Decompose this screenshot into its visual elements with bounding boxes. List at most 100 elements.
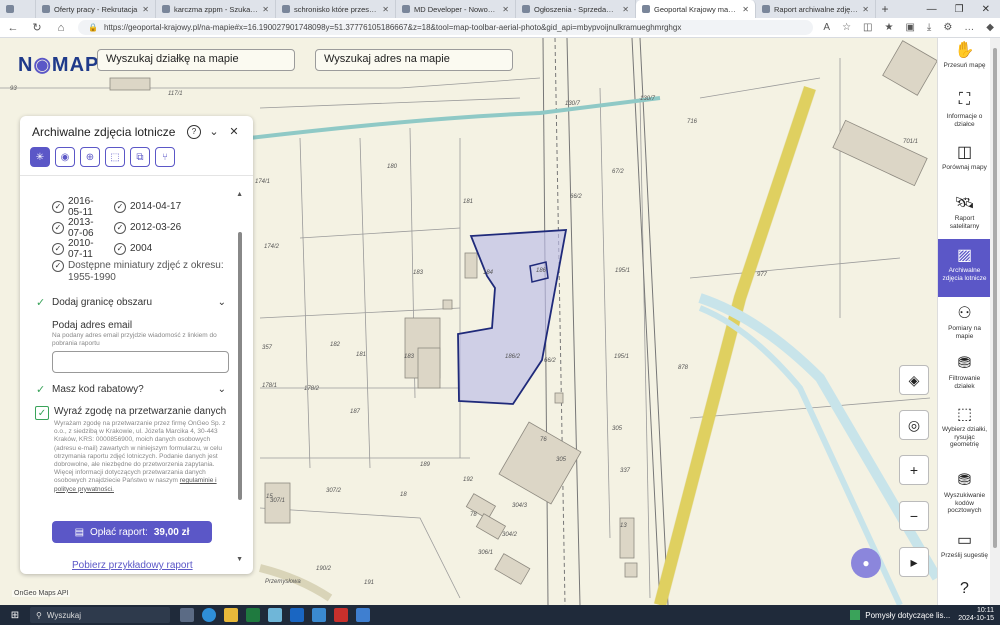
read-aloud-icon[interactable]: A (823, 22, 830, 33)
sidebar-item-select-geometry[interactable]: ⬚ Wybierz działki, rysując geometrię (938, 404, 991, 462)
new-tab-icon[interactable]: + (876, 2, 894, 16)
taskbar-search[interactable]: ⚲ Wyszukaj (30, 607, 170, 623)
favorites-icon[interactable]: ★ (884, 22, 893, 33)
close-window-icon[interactable]: ✕ (982, 4, 990, 15)
line-tool-icon[interactable]: ⑂ (155, 147, 175, 167)
copilot-icon[interactable]: ◆ (986, 22, 994, 33)
browser-tab-2[interactable]: schronisko które przestało istn✕ (276, 0, 396, 18)
downloads-icon[interactable]: ⤓ (927, 22, 931, 33)
close-icon[interactable]: ✕ (742, 5, 749, 14)
crosshair-tool-icon[interactable]: ⊕ (80, 147, 100, 167)
sidebar-item-aerial-photos[interactable]: ▨ Archiwalne zdjęcia lotnicze (938, 239, 991, 297)
edge-icon[interactable] (202, 608, 216, 622)
search-address-input[interactable]: Wyszukaj adres na mapie (315, 49, 513, 71)
task-view-icon[interactable] (180, 608, 194, 622)
browser-tab-0[interactable]: Oferty pracy - Rekrutacja ✕ (36, 0, 156, 18)
maximize-icon[interactable]: ❐ (955, 4, 964, 15)
chevron-down-icon[interactable]: ⌄ (218, 384, 226, 395)
windows-start-icon[interactable]: ⊞ (0, 610, 30, 621)
sample-report-link[interactable]: Pobierz przykładowy raport (72, 560, 193, 571)
close-icon[interactable]: ✕ (262, 5, 269, 14)
browser-tab-4[interactable]: Ogłoszenia - Sprzedam, kupię n✕ (516, 0, 636, 18)
polygon-tool-icon[interactable]: ⬚ (105, 147, 125, 167)
mini-thumbnails-option[interactable]: ✓ Dostępne miniatury zdjęć z okresu: 195… (52, 260, 232, 284)
file-explorer-icon[interactable] (224, 608, 238, 622)
page-scrollbar-thumb[interactable] (993, 48, 997, 548)
map-attribution[interactable]: OnGeo Maps API (12, 590, 71, 597)
date-option[interactable]: ✓ 2013-07-06 (52, 217, 108, 239)
locate-button[interactable]: ◎ (899, 410, 929, 440)
collections-icon[interactable]: ▣ (905, 22, 914, 33)
sidebar-item-postal-codes[interactable]: ⛃ Wyszukiwanie kodów pocztowych (938, 470, 991, 522)
taskbar-clock[interactable]: 10:11 2024-10-15 (958, 607, 1000, 623)
reload-icon[interactable]: ↻ (30, 21, 44, 34)
extensions-icon[interactable]: ⚙ (943, 22, 952, 33)
pay-report-button[interactable]: ▤ Opłać raport: 39,00 zł (52, 521, 212, 543)
sidebar-item-pan[interactable]: ✋ Przesuń mapę (938, 40, 991, 86)
expand-button[interactable]: ▸ (899, 547, 929, 577)
browser-tab-1[interactable]: karczma zppm - Szukaj w Goo✕ (156, 0, 276, 18)
sidebar-item-filter[interactable]: ⛃ Filtrowanie działek (938, 353, 991, 399)
date-option[interactable]: ✓ 2014-04-17 (114, 200, 181, 213)
layers-button[interactable]: ◈ (899, 365, 929, 395)
sidebar-item-parcel-info[interactable]: ⛶ Informacje o działce (938, 91, 991, 137)
sidebar-item-feedback[interactable]: ▭ Prześlij sugestię (938, 530, 991, 572)
zoom-out-button[interactable]: − (899, 501, 929, 531)
page-scrollbar[interactable] (990, 38, 1000, 605)
scroll-up-icon[interactable]: ▲ (236, 191, 243, 198)
sidebar-item-satellite[interactable]: 🛰 Raport satelitarny (938, 193, 991, 239)
app-icon[interactable] (268, 608, 282, 622)
tab-favicon (42, 5, 50, 13)
point-tool-icon[interactable]: ◉ (55, 147, 75, 167)
date-option[interactable]: ✓ 2012-03-26 (114, 221, 181, 234)
favorite-icon[interactable]: ☆ (842, 22, 851, 33)
split-screen-icon[interactable]: ◫ (863, 22, 872, 33)
window-menu[interactable] (0, 0, 36, 18)
map-canvas[interactable]: 93 117/1 130/7 130/7 174/1 180 181 66/2 … (0, 38, 1000, 605)
locate-icon: ◎ (907, 416, 921, 433)
sidebar-item-help[interactable]: ? (938, 580, 991, 604)
close-icon[interactable]: ✕ (227, 125, 241, 139)
tab-favicon (402, 5, 410, 13)
scroll-down-icon[interactable]: ▼ (236, 556, 243, 563)
home-icon[interactable]: ⌂ (54, 22, 68, 34)
app-icon[interactable] (356, 608, 370, 622)
sidebar-item-compare[interactable]: ◫ Porównaj mapy (938, 142, 991, 188)
back-icon[interactable]: ← (6, 22, 20, 34)
sun-tool-icon[interactable]: ✳ (30, 147, 50, 167)
close-icon[interactable]: ✕ (382, 5, 389, 14)
date-option[interactable]: ✓ 2010-07-11 (52, 238, 108, 260)
date-option[interactable]: ✓ 2016-05-11 (52, 196, 108, 218)
browser-tab-5[interactable]: Geoportal Krajowy mapy i infor✕ (636, 0, 756, 18)
chat-button[interactable]: ● (851, 548, 881, 578)
close-icon[interactable]: ✕ (502, 5, 509, 14)
sidebar-item-measure[interactable]: ⚇ Pomiary na mapie (938, 303, 991, 349)
date-option[interactable]: ✓ 2004 (114, 242, 152, 255)
discount-section[interactable]: ✓ Masz kod rabatowy? ⌄ (36, 383, 226, 396)
browser-tab-6[interactable]: Raport archiwalne zdjęcia lotnic✕ (756, 0, 876, 18)
close-icon[interactable]: ✕ (142, 5, 149, 14)
minimize-icon[interactable]: — (927, 4, 937, 15)
consent-checkbox[interactable]: ✓ (35, 406, 49, 420)
area-border-section[interactable]: ✓ Dodaj granicę obszaru ⌄ (36, 296, 226, 309)
email-field[interactable] (52, 351, 229, 373)
more-icon[interactable]: … (964, 22, 974, 33)
help-icon[interactable]: ? (187, 125, 201, 139)
panel-scroll-area[interactable]: ✓ 2016-05-11 ✓ 2014-04-17 ✓ 2013-07-06 ✓ 201… (20, 184, 253, 574)
collapse-icon[interactable]: ⌄ (207, 125, 221, 139)
excel-icon[interactable] (246, 608, 260, 622)
close-icon[interactable]: ✕ (622, 5, 629, 14)
rectangle-tool-icon[interactable]: ⧉ (130, 147, 150, 167)
app-icon[interactable] (312, 608, 326, 622)
zoom-in-button[interactable]: + (899, 455, 929, 485)
browser-tab-3[interactable]: MD Developer - Nowoczesne m✕ (396, 0, 516, 18)
window-controls: — ❐ ✕ (927, 4, 1000, 15)
chevron-down-icon[interactable]: ⌄ (218, 297, 226, 308)
acrobat-icon[interactable] (334, 608, 348, 622)
search-parcel-input[interactable]: Wyszukaj działkę na mapie (97, 49, 295, 71)
close-icon[interactable]: ✕ (862, 5, 869, 14)
panel-scrollbar[interactable] (238, 232, 242, 500)
taskbar-notification[interactable]: Pomysły dotyczące lis... (850, 610, 958, 620)
url-field[interactable]: 🔒 https://geoportal-krajowy.pl/na-mapie#… (78, 20, 814, 35)
outlook-icon[interactable] (290, 608, 304, 622)
